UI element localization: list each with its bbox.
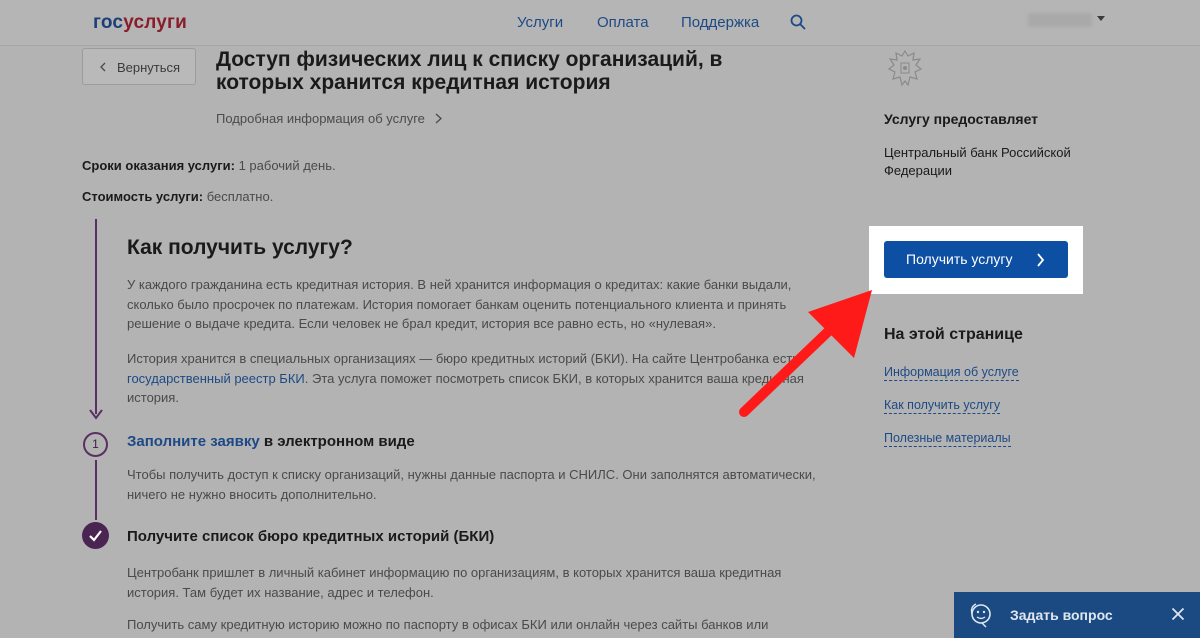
provider-name: Центральный банк Российской Федерации	[884, 145, 1071, 178]
on-this-page-heading: На этой странице	[884, 326, 1023, 343]
service-cost: Стоимость услуги: бесплатно.	[82, 189, 274, 204]
coat-of-arms-icon	[887, 49, 923, 87]
bki-registry-link[interactable]: государственный реестр БКИ	[127, 371, 305, 386]
step-1-number: 1	[83, 432, 108, 457]
back-button-label: Вернуться	[117, 60, 181, 75]
chevron-right-icon	[435, 113, 442, 124]
ask-question-label: Задать вопрос	[1010, 607, 1113, 623]
arrow-down-icon	[89, 409, 103, 420]
search-icon[interactable]	[790, 14, 806, 30]
provider-heading: Услугу предоставляет	[884, 111, 1039, 127]
service-details-label: Подробная информация об услуге	[216, 111, 425, 126]
close-icon[interactable]	[1171, 607, 1185, 621]
top-header: госуслуги Услуги Оплата Поддержка	[0, 0, 1200, 46]
service-term: Сроки оказания услуги: 1 рабочий день.	[82, 158, 336, 173]
ask-question-widget[interactable]: Задать вопрос	[954, 592, 1200, 638]
how-paragraph-1: У каждого гражданина есть кредитная исто…	[127, 277, 792, 331]
chevron-left-icon	[100, 62, 106, 72]
nav-payment[interactable]: Оплата	[597, 14, 649, 31]
red-annotation-arrow	[739, 290, 872, 417]
back-button[interactable]: Вернуться	[82, 48, 196, 85]
onpage-link-info[interactable]: Информация об услуге	[884, 365, 1019, 381]
get-service-button[interactable]: Получить услугу	[884, 241, 1068, 278]
step-2-text-1: Центробанк пришлет в личный кабинет инфо…	[127, 565, 782, 600]
chevron-right-icon	[1037, 253, 1045, 267]
onpage-link-how[interactable]: Как получить услугу	[884, 398, 1001, 414]
service-details-link[interactable]: Подробная информация об услуге	[216, 111, 442, 126]
assistant-face-icon	[970, 603, 991, 628]
how-to-heading: Как получить услугу?	[127, 236, 353, 259]
step-2-title: Получите список бюро кредитных историй (…	[127, 528, 495, 545]
step-1-title: Заполните заявку в электронном виде	[127, 433, 415, 450]
user-name-blurred[interactable]	[1028, 13, 1092, 27]
step-1-text: Чтобы получить доступ к списку организац…	[127, 467, 816, 502]
step-2-check-icon	[82, 522, 109, 549]
timeline-line	[95, 219, 97, 414]
page-title: Доступ физических лиц к списку организац…	[216, 48, 723, 94]
get-service-label: Получить услугу	[906, 251, 1013, 267]
nav-support[interactable]: Поддержка	[681, 14, 759, 31]
chevron-down-icon[interactable]	[1097, 16, 1105, 21]
fill-application-link[interactable]: Заполните заявку	[127, 433, 260, 450]
nav-services[interactable]: Услуги	[517, 14, 563, 31]
timeline-line	[95, 460, 97, 520]
step-2-text-2: Получить саму кредитную историю можно по…	[127, 617, 769, 632]
how-paragraph-2: История хранится в специальных организац…	[127, 351, 804, 405]
onpage-link-materials[interactable]: Полезные материалы	[884, 431, 1011, 447]
gosuslugi-logo[interactable]: госуслуги	[93, 12, 187, 34]
